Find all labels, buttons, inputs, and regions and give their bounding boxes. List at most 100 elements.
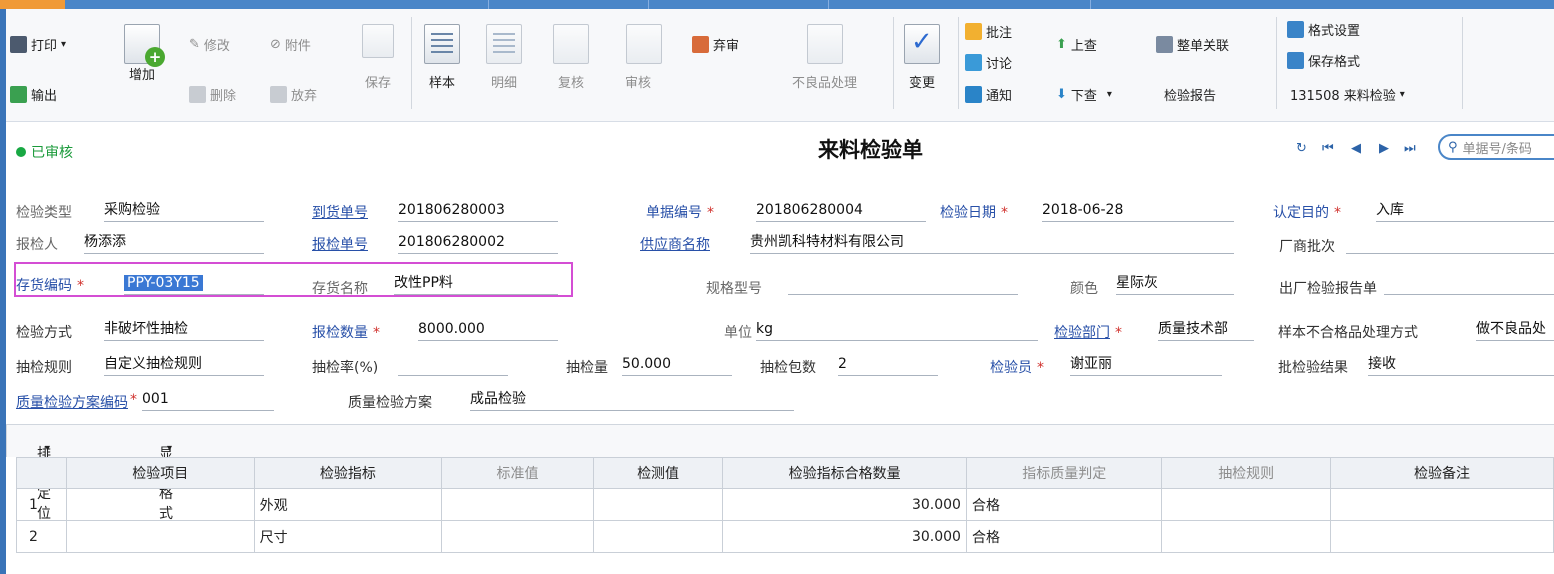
report-no-label[interactable]: 报检单号 xyxy=(312,234,368,254)
column-header[interactable]: 抽检规则 xyxy=(1161,457,1331,489)
cell-item[interactable] xyxy=(65,488,255,521)
printer-icon xyxy=(10,36,27,53)
previous-record-icon[interactable]: ◀ xyxy=(1351,141,1361,156)
packs-field[interactable]: 2 xyxy=(838,354,938,376)
cell-standard[interactable] xyxy=(441,488,594,521)
unaudit-button[interactable]: 弃审 xyxy=(692,35,739,54)
modify-button[interactable]: ✎ 修改 xyxy=(189,35,230,54)
color-field[interactable]: 星际灰 xyxy=(1116,273,1234,295)
save-format-button[interactable]: 保存格式 xyxy=(1287,51,1360,70)
spec-field[interactable] xyxy=(788,273,1018,295)
purpose-field[interactable]: 入库 xyxy=(1376,200,1554,222)
cell-judge[interactable]: 合格 xyxy=(965,488,1163,521)
doc-no-label: 单据编号 * xyxy=(646,205,714,221)
last-record-icon[interactable]: ⏭ xyxy=(1404,141,1416,156)
active-tab-indicator[interactable] xyxy=(0,0,65,9)
inv-code-field[interactable]: PPY-03Y15 xyxy=(124,273,264,295)
cell-measured[interactable] xyxy=(592,488,724,521)
cell-remark[interactable] xyxy=(1329,520,1554,553)
cell-qualified[interactable]: 30.000 xyxy=(722,520,967,553)
refresh-icon[interactable]: ↻ xyxy=(1296,141,1307,156)
plan-code-label[interactable]: 质量检验方案编码 xyxy=(16,392,128,412)
cell-qualified[interactable]: 30.000 xyxy=(722,488,967,521)
cell-remark[interactable] xyxy=(1329,488,1554,521)
batch-result-field[interactable]: 接收 xyxy=(1368,354,1554,376)
look-up-button[interactable]: ⬆ 上查 xyxy=(1056,35,1097,54)
dept-label[interactable]: 检验部门 * xyxy=(1054,322,1127,342)
notify-button[interactable]: 通知 xyxy=(965,85,1012,104)
abandon-button[interactable]: 放弃 xyxy=(270,85,317,104)
doc-no-field[interactable]: 201806280004 xyxy=(756,200,926,222)
related-icon xyxy=(1156,36,1173,53)
batch-result-label: 批检验结果 xyxy=(1278,360,1348,376)
cell-standard[interactable] xyxy=(441,520,594,553)
column-header[interactable]: 检测值 xyxy=(592,457,724,489)
inspector-label: 检验员 * xyxy=(990,360,1044,376)
column-header[interactable]: 标准值 xyxy=(441,457,594,489)
inspect-type-field[interactable]: 采购检验 xyxy=(104,200,264,222)
column-header[interactable]: 检验备注 xyxy=(1329,457,1554,489)
arrival-no-label[interactable]: 到货单号 xyxy=(312,202,368,222)
supplier-field[interactable]: 贵州凯科特材料有限公司 xyxy=(750,232,1234,254)
qty-field[interactable]: 8000.000 xyxy=(418,319,558,341)
annotate-button[interactable]: 批注 xyxy=(965,22,1012,41)
unit-field[interactable]: kg xyxy=(756,319,1038,341)
sample-document-icon xyxy=(424,24,460,64)
first-record-icon[interactable]: ⏮ xyxy=(1322,141,1334,156)
audit-button[interactable]: 审核 xyxy=(625,24,662,91)
packs-label: 抽检包数 xyxy=(760,360,816,376)
arrival-no-field[interactable]: 201806280003 xyxy=(398,200,558,222)
report-no-field[interactable]: 201806280002 xyxy=(398,232,558,254)
inv-name-field[interactable]: 改性PP料 xyxy=(394,273,558,295)
attachment-button[interactable]: ⊘ 附件 xyxy=(270,35,311,54)
reporter-label: 报检人 xyxy=(16,237,58,253)
discuss-button[interactable]: 讨论 xyxy=(965,53,1012,72)
sample-button[interactable]: 样本 xyxy=(424,24,460,91)
format-select[interactable]: 131508 来料检验 ▾ xyxy=(1290,85,1405,104)
add-button[interactable]: + 增加 xyxy=(124,24,165,83)
format-setting-button[interactable]: 格式设置 xyxy=(1287,20,1360,39)
cell-rule[interactable] xyxy=(1161,520,1331,553)
save-button[interactable]: 保存 xyxy=(362,24,394,91)
change-button[interactable]: ✓ 变更 xyxy=(904,24,940,91)
method-field[interactable]: 非破坏性抽检 xyxy=(104,319,264,341)
export-button[interactable]: 输出 xyxy=(10,85,57,104)
cell-rule[interactable] xyxy=(1161,488,1331,521)
delete-button[interactable]: 删除 xyxy=(189,85,236,104)
related-button[interactable]: 整单关联 xyxy=(1156,35,1229,54)
column-header[interactable]: 检验指标 xyxy=(253,457,443,489)
defect-handling-button[interactable]: 不良品处理 xyxy=(792,24,857,91)
plan-field[interactable]: 成品检验 xyxy=(470,389,794,411)
inspection-report-button[interactable]: 检验报告 xyxy=(1164,85,1216,104)
review-button[interactable]: 复核 xyxy=(553,24,589,91)
column-header[interactable]: 检验项目 xyxy=(65,457,255,489)
inspect-date-field[interactable]: 2018-06-28 xyxy=(1042,200,1234,222)
factory-report-field[interactable] xyxy=(1384,273,1554,295)
table-row[interactable]: 2 尺寸 30.000 合格 xyxy=(16,520,1554,553)
supplier-label[interactable]: 供应商名称 xyxy=(640,234,710,254)
table-row[interactable]: 1 外观 30.000 合格 xyxy=(16,488,1554,521)
batch-field[interactable] xyxy=(1346,232,1554,254)
cell-indicator[interactable]: 外观 xyxy=(253,488,443,521)
cell-indicator[interactable]: 尺寸 xyxy=(253,520,443,553)
rate-field[interactable] xyxy=(398,354,508,376)
next-record-icon[interactable]: ▶ xyxy=(1379,141,1389,156)
cell-measured[interactable] xyxy=(592,520,724,553)
sample-qty-field[interactable]: 50.000 xyxy=(622,354,732,376)
cell-item[interactable] xyxy=(65,520,255,553)
inv-code-label: 存货编码 * xyxy=(16,278,84,294)
cell-judge[interactable]: 合格 xyxy=(965,520,1163,553)
look-down-button[interactable]: ⬇ 下查 ▾ xyxy=(1056,85,1112,104)
dept-field[interactable]: 质量技术部 xyxy=(1158,319,1254,341)
column-header[interactable]: 检验指标合格数量 xyxy=(722,457,967,489)
page-title: 来料检验单 xyxy=(818,138,923,162)
detail-button[interactable]: 明细 xyxy=(486,24,522,91)
rule-field[interactable]: 自定义抽检规则 xyxy=(104,354,264,376)
print-button[interactable]: 打印 ▾ xyxy=(10,35,66,54)
search-input[interactable]: ⚲ 单据号/条码 xyxy=(1438,134,1554,160)
column-header[interactable]: 指标质量判定 xyxy=(965,457,1163,489)
nonconf-field[interactable]: 做不良品处 xyxy=(1476,319,1554,341)
plan-code-field[interactable]: 001 xyxy=(142,389,274,411)
reporter-field[interactable]: 杨添添 xyxy=(84,232,264,254)
inspector-field[interactable]: 谢亚丽 xyxy=(1070,354,1222,376)
